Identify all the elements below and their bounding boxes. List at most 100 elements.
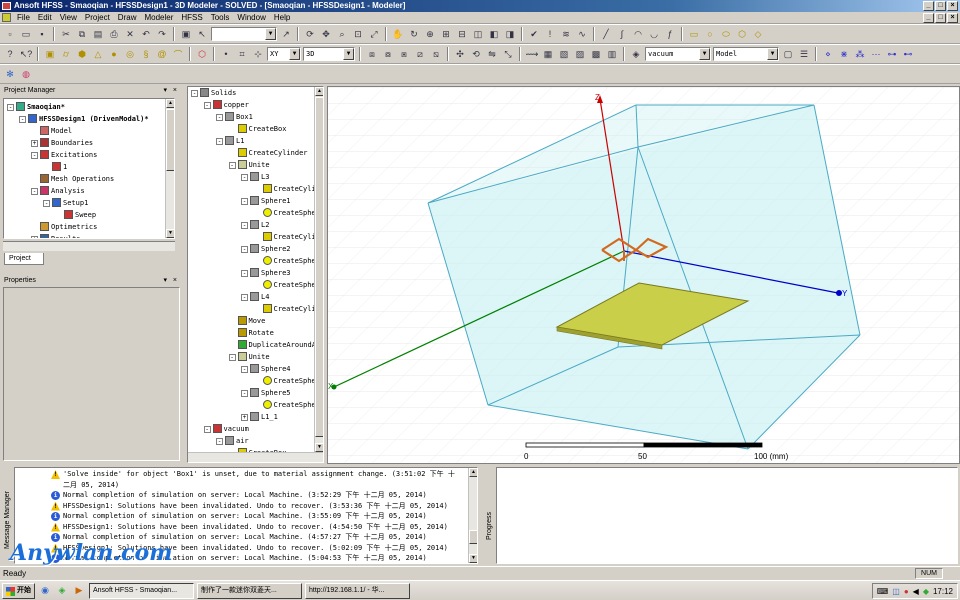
thicken-icon[interactable]: ▦ (541, 47, 555, 61)
model-tree-item[interactable]: - L1 (188, 135, 323, 147)
model-tree-item[interactable]: - vacuum (188, 423, 323, 435)
menu-window[interactable]: Window (233, 12, 269, 24)
validate-icon[interactable]: ✔ (527, 27, 541, 41)
list-icon[interactable]: ☰ (797, 47, 811, 61)
draw-equation-icon[interactable]: ƒ (663, 27, 677, 41)
scroll-thumb[interactable] (315, 97, 323, 437)
security-icon[interactable]: ◆ (923, 587, 929, 596)
collapse-icon[interactable]: - (7, 104, 14, 111)
model-tree-item[interactable]: - copper (188, 99, 323, 111)
scroll-thumb[interactable] (469, 530, 477, 544)
draw-sheet-icon[interactable]: ◇ (751, 27, 765, 41)
hand-icon[interactable]: ✋ (391, 27, 405, 41)
model-tree-item[interactable]: - L3 (188, 171, 323, 183)
select-object-icon[interactable]: ↖ (195, 27, 209, 41)
keyboard-icon[interactable]: ⌨ (877, 587, 889, 596)
collapse-icon[interactable]: - (241, 294, 248, 301)
message-row[interactable]: i Normal completion of simulation on serv… (45, 511, 477, 522)
new-file-icon[interactable]: ▫ (3, 27, 17, 41)
highlight-icon[interactable]: ⊷ (901, 47, 915, 61)
3d-modeler-viewport[interactable]: Z Y X 0 50 100 (mm) (327, 86, 960, 464)
draw-ellipse-icon[interactable]: ⬭ (719, 27, 733, 41)
view-side-icon[interactable]: ◨ (503, 27, 517, 41)
section-icon[interactable]: ▥ (605, 47, 619, 61)
collapse-icon[interactable]: - (191, 462, 198, 463)
chevron-down-icon[interactable]: ▼ (289, 48, 300, 60)
cover-icon[interactable]: ▧ (557, 47, 571, 61)
collapse-icon[interactable]: - (228, 162, 236, 169)
message-row[interactable]: ! HFSSDesign1: Solutions have been invali… (45, 522, 477, 533)
move-icon[interactable]: ✣ (453, 47, 467, 61)
model-tree-item[interactable]: - Sphere4 (188, 363, 323, 375)
volume-icon[interactable]: ◀ (913, 587, 919, 596)
model-tree-item[interactable]: Move (188, 315, 323, 327)
fit-all-icon[interactable]: ⤢ (367, 27, 381, 41)
doc-restore-button[interactable]: □ (935, 13, 946, 23)
intersect-icon[interactable]: ⧆ (397, 47, 411, 61)
draw-helix-icon[interactable]: § (139, 47, 153, 61)
menu-tools[interactable]: Tools (207, 12, 234, 24)
measure-icon[interactable]: ⊶ (885, 47, 899, 61)
progress-tab[interactable]: Progress (484, 496, 495, 556)
draw-arc-icon[interactable]: ◠ (631, 27, 645, 41)
taskbar-button-browser[interactable]: http://192.168.1.1/ - 华... (305, 582, 410, 599)
model-tree-item[interactable]: - L4 (188, 291, 323, 303)
panel-close-icon[interactable]: ▾ × (163, 275, 179, 286)
tab-project[interactable]: Project (4, 253, 44, 265)
chevron-down-icon[interactable]: ▼ (699, 48, 710, 60)
quicklaunch-media-icon[interactable]: ▶ (72, 584, 86, 598)
copy-icon[interactable]: ⧉ (75, 27, 89, 41)
model-tree-item[interactable]: CreateSphere (188, 255, 323, 267)
antivirus-icon[interactable]: ● (904, 587, 909, 596)
model-tree-item[interactable]: - Box1 (188, 111, 323, 123)
model-tree-item[interactable]: - air (188, 435, 323, 447)
model-tree-item[interactable]: CreateSphere (188, 375, 323, 387)
select-by-name-icon[interactable]: ⋯ (869, 47, 883, 61)
collapse-icon[interactable]: - (216, 114, 223, 121)
close-button[interactable]: × (947, 1, 958, 11)
scroll-down-icon[interactable]: ▼ (469, 554, 477, 563)
tree-item[interactable]: + Boundaries (4, 137, 174, 149)
print-icon[interactable]: ⎙ (107, 27, 121, 41)
view-top-icon[interactable]: ◫ (471, 27, 485, 41)
expand-icon[interactable]: + (31, 236, 38, 238)
chevron-down-icon[interactable]: ▼ (343, 48, 354, 60)
collapse-icon[interactable]: - (19, 116, 26, 123)
field-overlay-icon[interactable]: ≋ (559, 27, 573, 41)
tree-item[interactable]: Optimetrics (4, 221, 174, 233)
uncover-icon[interactable]: ▨ (573, 47, 587, 61)
menu-modeler[interactable]: Modeler (140, 12, 177, 24)
tree-item[interactable]: - Setup1 (4, 197, 174, 209)
select-face-icon[interactable]: ⋄ (821, 47, 835, 61)
separate-icon[interactable]: ▩ (589, 47, 603, 61)
sweep-icon[interactable]: ⟿ (525, 47, 539, 61)
tree-item[interactable]: - Excitations (4, 149, 174, 161)
collapse-icon[interactable]: - (241, 198, 248, 205)
point-icon[interactable]: • (219, 47, 233, 61)
scroll-thumb[interactable] (166, 109, 174, 171)
quicklaunch-desktop-icon[interactable]: ◈ (55, 584, 69, 598)
coordinate-system-icon[interactable]: ⬡ (195, 47, 209, 61)
hfss-logo-icon[interactable]: ◍ (19, 67, 33, 81)
maximize-button[interactable]: □ (935, 1, 946, 11)
expand-icon[interactable]: + (241, 414, 248, 421)
draw-polyhedron-icon[interactable]: ⬢ (75, 47, 89, 61)
object-attributes-icon[interactable]: ▢ (781, 47, 795, 61)
menu-file[interactable]: File (13, 12, 34, 24)
draw-circle-icon[interactable]: ○ (703, 27, 717, 41)
collapse-icon[interactable]: - (31, 152, 38, 159)
draw-line-icon[interactable]: ╱ (599, 27, 613, 41)
collapse-icon[interactable]: - (191, 90, 198, 97)
tree-item[interactable]: 1 (4, 161, 174, 173)
zoom-out-icon[interactable]: ⊟ (455, 27, 469, 41)
scroll-up-icon[interactable]: ▲ (166, 99, 174, 108)
rotate-view-icon[interactable]: ⟳ (303, 27, 317, 41)
split-icon[interactable]: ⧄ (413, 47, 427, 61)
collapse-icon[interactable]: - (241, 222, 248, 229)
material-select[interactable]: vacuum ▼ (645, 47, 711, 61)
model-tree-item[interactable]: CreateSphere (188, 279, 323, 291)
scroll-up-icon[interactable]: ▲ (315, 87, 323, 96)
document-icon[interactable] (2, 13, 11, 22)
collapse-icon[interactable]: - (241, 246, 248, 253)
network-icon[interactable]: ◫ (892, 587, 900, 596)
